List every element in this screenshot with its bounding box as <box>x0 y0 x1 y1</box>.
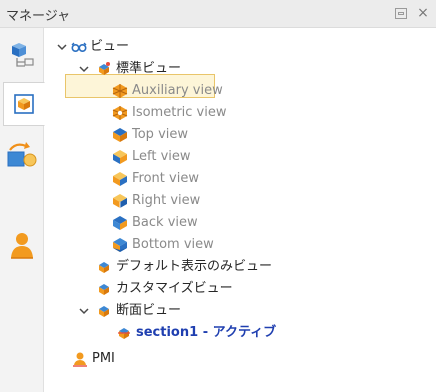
tree-label: Front view <box>132 171 199 186</box>
top-view-icon <box>113 128 127 142</box>
tree-label: 断面ビュー <box>116 303 182 318</box>
chevron-down-icon[interactable] <box>78 300 90 322</box>
manager-panel: マネージャ × ビュー 標準ビュー Auxiliary view Isometr… <box>0 0 436 392</box>
structure-tree-icon <box>12 43 34 67</box>
side-tab-person[interactable] <box>4 228 40 264</box>
view-tree: ビュー 標準ビュー Auxiliary view Isometric view … <box>44 28 436 392</box>
tree-label: section1 - アクティブ <box>136 325 277 340</box>
bottom-view-icon <box>113 238 127 252</box>
pin-icon[interactable] <box>395 8 407 19</box>
tree-label: Top view <box>132 127 189 142</box>
title-bar: マネージャ × <box>0 0 436 28</box>
side-tab-views[interactable] <box>3 82 45 126</box>
panel-title: マネージャ <box>6 9 71 24</box>
section-view-icon <box>118 328 130 339</box>
tree-node-isometric-view[interactable]: Isometric view <box>44 102 264 124</box>
chevron-down-icon[interactable] <box>56 36 68 58</box>
left-view-icon <box>113 150 127 164</box>
tree-label: Right view <box>132 193 201 208</box>
tree-node-views[interactable]: ビュー <box>44 36 244 58</box>
tree-node-customize-view[interactable]: カスタマイズビュー <box>44 278 304 300</box>
tree-node-auxiliary-view[interactable]: Auxiliary view <box>44 80 264 102</box>
tree-label: Back view <box>132 215 198 230</box>
tree-label: Bottom view <box>132 237 214 252</box>
tree-label: Isometric view <box>132 105 227 120</box>
tree-node-right-view[interactable]: Right view <box>44 190 264 212</box>
back-view-icon <box>113 216 127 230</box>
view-cube-icon <box>14 94 34 114</box>
isometric-view-icon <box>112 106 128 120</box>
tree-label: PMI <box>92 351 115 366</box>
view-icon <box>99 284 109 295</box>
tree-node-left-view[interactable]: Left view <box>44 146 264 168</box>
tree-node-pmi[interactable]: PMI <box>44 348 204 370</box>
glasses-icon <box>71 42 87 53</box>
tree-node-default-display-view[interactable]: デフォルト表示のみビュー <box>44 256 324 278</box>
tree-label: ビュー <box>90 39 130 54</box>
tree-node-section1-active[interactable]: section1 - アクティブ <box>44 322 324 344</box>
right-view-icon <box>113 194 127 208</box>
pmi-icon <box>73 352 87 367</box>
person-icon <box>11 233 33 259</box>
tree-label: 標準ビュー <box>116 61 182 76</box>
standard-view-icon <box>99 62 110 75</box>
tree-label: カスタマイズビュー <box>116 281 233 296</box>
front-view-icon <box>113 172 127 186</box>
side-tab-structure[interactable] <box>4 38 40 74</box>
tree-node-section-views[interactable]: 断面ビュー <box>44 300 264 322</box>
tree-node-top-view[interactable]: Top view <box>44 124 264 146</box>
chevron-down-icon[interactable] <box>78 58 90 80</box>
view-icon <box>99 262 109 273</box>
tree-node-front-view[interactable]: Front view <box>44 168 264 190</box>
side-tab-transfer[interactable] <box>4 138 40 174</box>
side-tab-strip <box>0 28 45 392</box>
tree-node-bottom-view[interactable]: Bottom view <box>44 234 264 256</box>
auxiliary-view-icon <box>112 84 128 98</box>
tree-node-standard-views[interactable]: 標準ビュー <box>44 58 244 80</box>
view-icon <box>99 306 109 317</box>
tree-label: Auxiliary view <box>132 83 223 98</box>
tree-node-back-view[interactable]: Back view <box>44 212 264 234</box>
tree-label: Left view <box>132 149 191 164</box>
transfer-icon <box>7 142 37 167</box>
tree-label: デフォルト表示のみビュー <box>116 259 273 274</box>
close-icon[interactable]: × <box>416 4 430 22</box>
